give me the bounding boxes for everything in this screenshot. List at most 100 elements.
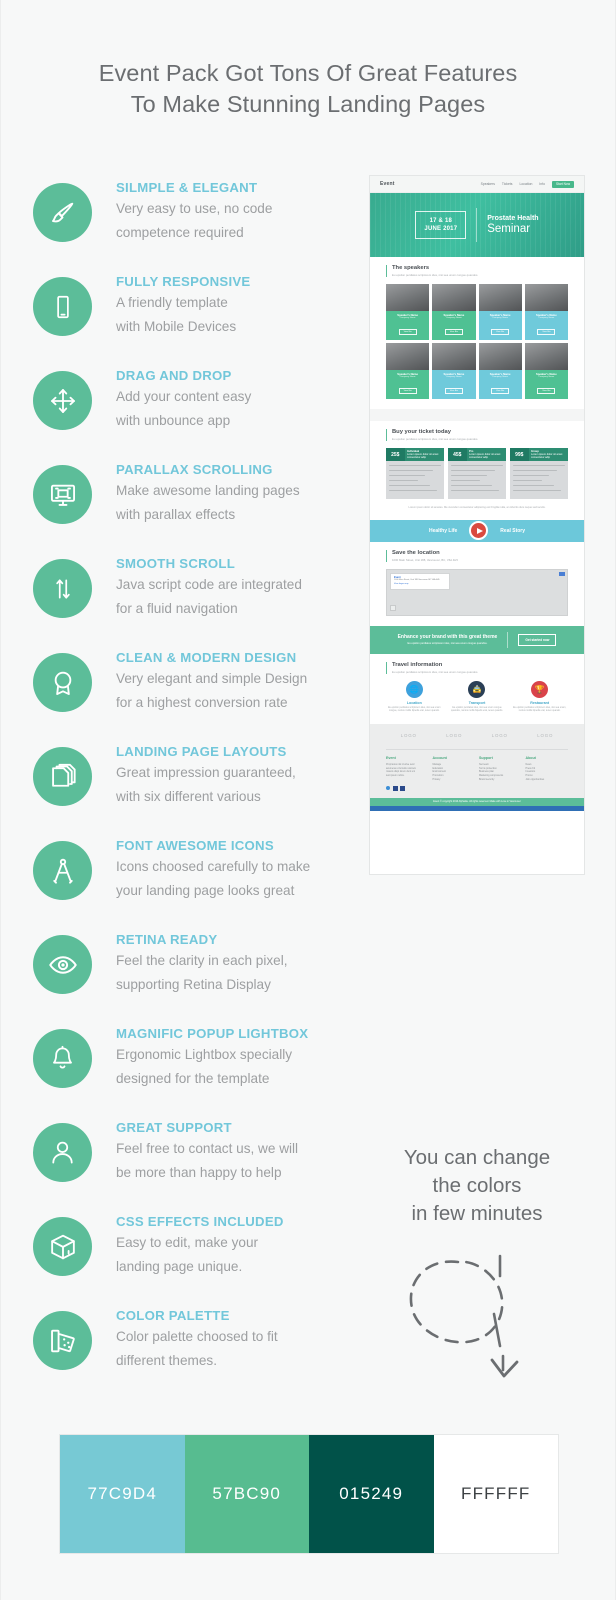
speaker-company: Company Name — [538, 316, 555, 319]
footer-column-item[interactable]: test ipsum nullos. — [386, 774, 429, 778]
feature-item: FULLY RESPONSIVE A friendly template wit… — [33, 272, 363, 366]
mockup-speaker-card[interactable]: Speaker's Name Company Name View Bio — [386, 343, 430, 399]
mockup-cta-button[interactable]: Get started now — [518, 633, 557, 646]
feature-text: CLEAN & MODERN DESIGN Very elegant and s… — [116, 648, 366, 714]
mockup-pricing-card[interactable]: 25$ Individual Lorem ipsum dolor sit ame… — [386, 448, 444, 499]
speaker-bio-button[interactable]: View Bio — [398, 387, 417, 394]
palette-swatch-label: 57BC90 — [212, 1484, 282, 1503]
map-info-card: Event 1000 Main Street, Unit 188 Vancouv… — [390, 572, 450, 590]
mockup-pricing-card[interactable]: 99$ Group Lorem ipsum dolor sit amet con… — [510, 448, 568, 499]
mockup-hero-date-line1: 17 & 18 — [429, 218, 453, 224]
speaker-company: Company Name — [399, 375, 416, 378]
mockup-nav-link[interactable]: Tickets — [502, 182, 513, 186]
mockup-speaker-card[interactable]: Speaker's Name Company Name View Bio — [432, 284, 476, 340]
speaker-company: Company Name — [445, 375, 462, 378]
feature-desc-line2: your landing page looks great — [116, 882, 295, 898]
mockup-speaker-grid: Speaker's Name Company Name View Bio Spe… — [386, 284, 568, 399]
mockup-video-bar: Healthy Life Real Story — [370, 519, 584, 542]
speaker-bio-button[interactable]: View Bio — [537, 387, 556, 394]
feature-item: RETINA READY Feel the clarity in each pi… — [33, 930, 363, 1024]
feature-item: FONT AWESOME ICONS Icons choosed careful… — [33, 836, 363, 930]
mockup-speaker-card[interactable]: Speaker's Name Company Name View Bio — [432, 343, 476, 399]
pricing-feature-rows — [510, 461, 568, 499]
footer-column-head: About — [525, 755, 536, 760]
speaker-caption: Speaker's Name Company Name View Bio — [478, 370, 522, 399]
speaker-bio-button[interactable]: View Bio — [398, 328, 417, 335]
feature-desc-line2: be more than happy to help — [116, 1164, 282, 1180]
feature-text: GREAT SUPPORT Feel free to contact us, w… — [116, 1118, 366, 1184]
feature-text: FULLY RESPONSIVE A friendly template wit… — [116, 272, 366, 338]
feature-icon-circle — [33, 371, 92, 430]
feature-desc-line1: Great impression guaranteed, — [116, 765, 296, 780]
speaker-bio-button[interactable]: View Bio — [537, 328, 556, 335]
mockup-nav-link[interactable]: Info — [539, 182, 545, 186]
feature-icon-circle — [33, 653, 92, 712]
feature-icon-circle — [33, 841, 92, 900]
pricing-feature-rows — [448, 461, 506, 499]
feature-item: MAGNIFIC POPUP LIGHTBOX Ergonomic Lightb… — [33, 1024, 363, 1118]
speaker-bio-button[interactable]: View Bio — [491, 328, 510, 335]
mockup-speaker-card[interactable]: Speaker's Name Company Name View Bio — [524, 284, 568, 340]
color-swatch-icon — [49, 1327, 77, 1355]
mockup-video-left-label: Healthy Life — [428, 527, 458, 534]
mockup-hero: 17 & 18 JUNE 2017 Prostate Health Semina… — [370, 193, 584, 257]
feature-text: MAGNIFIC POPUP LIGHTBOX Ergonomic Lightb… — [116, 1024, 366, 1090]
feature-title: DRAG AND DROP — [116, 368, 232, 383]
mockup-video-right-label: Real Story — [500, 527, 526, 534]
mockup-speaker-card[interactable]: Speaker's Name Company Name View Bio — [386, 284, 430, 340]
map-zoom-control — [390, 604, 396, 611]
mockup-nav-links: Speakers Tickets Location Info Start Now — [481, 180, 574, 188]
footer-column-item[interactable]: Brand security — [479, 778, 522, 782]
travel-item-desc: Eu epsilon perdiatus ides, nisi sea unum… — [451, 706, 503, 713]
palette-swatch-label: 77C9D4 — [87, 1484, 158, 1503]
feature-icon-circle — [33, 1029, 92, 1088]
palette-swatch: FFFFFF — [433, 1435, 558, 1553]
globe-icon: 🌐 — [405, 680, 423, 698]
feature-desc-line1: Make awesome landing pages — [116, 483, 300, 498]
footer-column-item[interactable]: Privacy — [433, 778, 476, 782]
feature-desc-line2: designed for the template — [116, 1070, 270, 1086]
feature-title: PARALLAX SCROLLING — [116, 462, 273, 477]
mockup-pricing-card[interactable]: 45$ Pro Lorem ipsum dolor sit amet conse… — [448, 448, 506, 499]
mockup-cta-heading: Enhance your brand with this great theme — [397, 634, 498, 641]
footer-column-item[interactable]: Join opportunities — [526, 778, 569, 782]
speaker-bio-button[interactable]: View Bio — [444, 387, 463, 394]
mockup-nav-link[interactable]: Speakers — [481, 182, 495, 186]
mockup-divider-1 — [370, 409, 584, 421]
map-card-link[interactable]: View larger map — [391, 582, 449, 586]
footer-social-icons[interactable] — [386, 785, 568, 791]
feature-item: DRAG AND DROP Add your content easy with… — [33, 366, 363, 460]
speaker-caption: Speaker's Name Company Name View Bio — [524, 370, 568, 399]
page-title-line2: To Make Stunning Landing Pages — [130, 91, 486, 117]
mockup-tickets-section: Buy your ticket today Eu epsilon perdiat… — [370, 421, 584, 520]
feature-desc-line1: A friendly template — [116, 295, 228, 310]
speaker-caption: Speaker's Name Company Name View Bio — [432, 311, 476, 340]
feature-icon-circle — [33, 559, 92, 618]
feature-desc-line2: with six different various — [116, 788, 261, 804]
mockup-speaker-card[interactable]: Speaker's Name Company Name View Bio — [524, 343, 568, 399]
speaker-photo — [432, 343, 476, 370]
mockup-travel-sub: Eu epsilon perdiatus scriptorem ides, ni… — [392, 669, 479, 674]
mockup-speaker-card[interactable]: Speaker's Name Company Name View Bio — [478, 343, 522, 399]
feature-desc-line1: Java script code are integrated — [116, 577, 302, 592]
speaker-caption: Speaker's Name Company Name View Bio — [386, 370, 430, 399]
mockup-tickets-legal: Lorem ipsum dolor sit ametes. Me vivendu… — [408, 505, 546, 509]
speaker-bio-button[interactable]: View Bio — [491, 387, 510, 394]
caption-line2: the colors — [432, 1174, 522, 1197]
speaker-photo — [478, 284, 522, 311]
speaker-bio-button[interactable]: View Bio — [444, 328, 463, 335]
mockup-travel-item: 🏆 Restaurant Eu epsilon perdiatus script… — [511, 680, 568, 714]
speaker-caption: Speaker's Name Company Name View Bio — [524, 311, 568, 340]
mockup-nav-cta-button[interactable]: Start Now — [552, 180, 574, 188]
footer-divider — [386, 748, 568, 750]
mockup-logo-row: LOGO LOGO LOGO LOGO — [370, 723, 584, 747]
mockup-nav-link[interactable]: Location — [520, 182, 533, 186]
feature-icon-circle — [33, 935, 92, 994]
speaker-company: Company Name — [538, 375, 555, 378]
footer-column: About News Press Kit Investors Promo Join opp… — [526, 756, 569, 782]
infographic-page: Event Pack Got Tons Of Great Features To… — [0, 0, 616, 1600]
feature-desc-line2: for a highest conversion rate — [116, 694, 288, 710]
play-button-icon[interactable] — [469, 521, 489, 541]
mockup-speaker-card[interactable]: Speaker's Name Company Name View Bio — [478, 284, 522, 340]
mockup-navbar: Event Speakers Tickets Location Info Start N… — [370, 176, 584, 193]
